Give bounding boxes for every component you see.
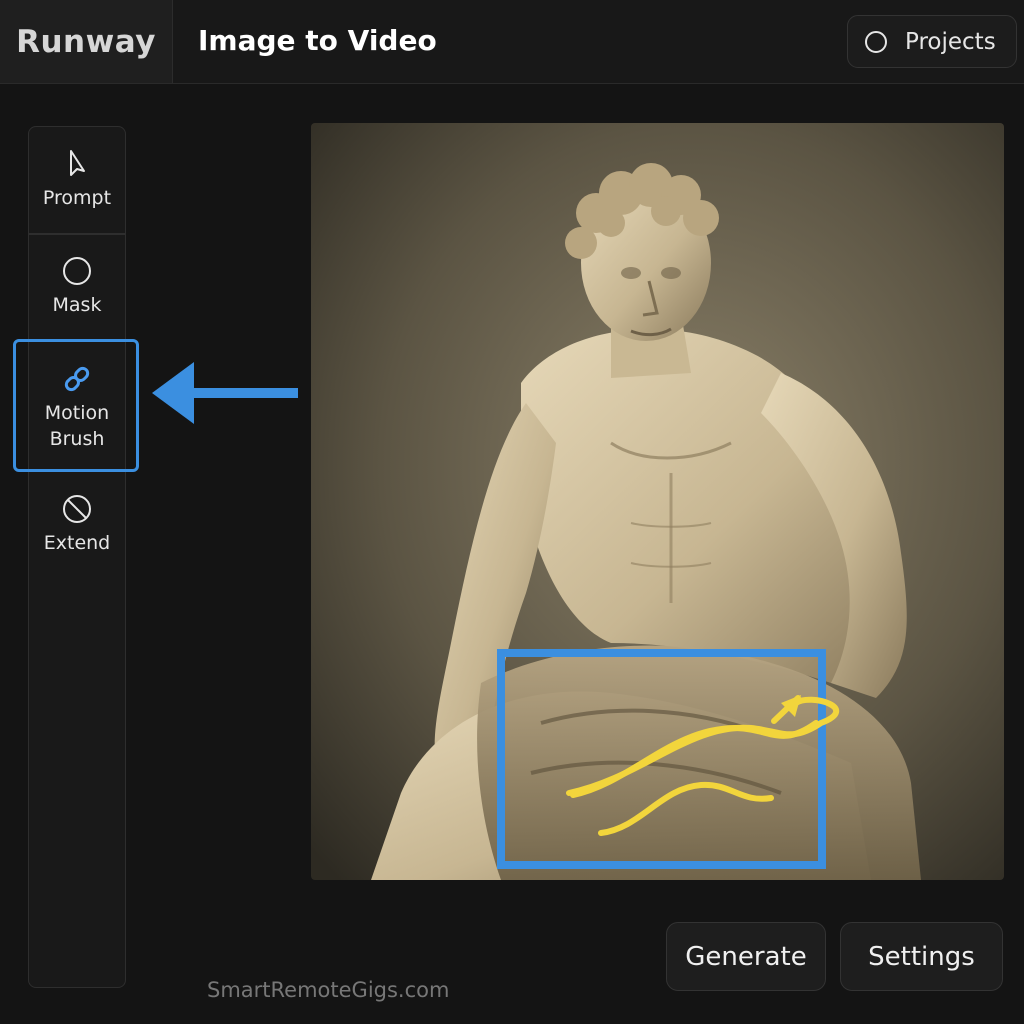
circle-icon [63,257,91,285]
projects-label: Projects [905,28,996,55]
tool-prompt[interactable]: Prompt [29,147,125,211]
forbidden-icon [63,495,91,523]
watermark: SmartRemoteGigs.com [207,978,450,1002]
selected-tool-highlight [13,339,139,472]
brand-logo[interactable]: Runway [0,0,173,83]
tool-mask[interactable]: Mask [29,254,125,318]
motion-brush-region[interactable] [311,123,1004,880]
cursor-icon [70,150,85,176]
settings-button[interactable]: Settings [840,922,1003,991]
pointer-arrow-icon [152,362,298,424]
tool-label: Prompt [42,187,112,209]
generate-button[interactable]: Generate [666,922,826,991]
circle-icon [865,30,887,53]
tool-panel: Prompt Mask Motion Brush Extend [28,126,126,988]
page-title: Image to Video [198,24,437,57]
top-bar: Runway Image to Video Projects [0,0,1024,84]
tool-extend[interactable]: Extend [29,492,125,556]
projects-button[interactable]: Projects [847,15,1017,68]
tool-label: Extend [43,532,111,554]
divider [29,233,125,235]
image-canvas[interactable] [311,123,1004,880]
tool-label: Mask [52,294,102,316]
